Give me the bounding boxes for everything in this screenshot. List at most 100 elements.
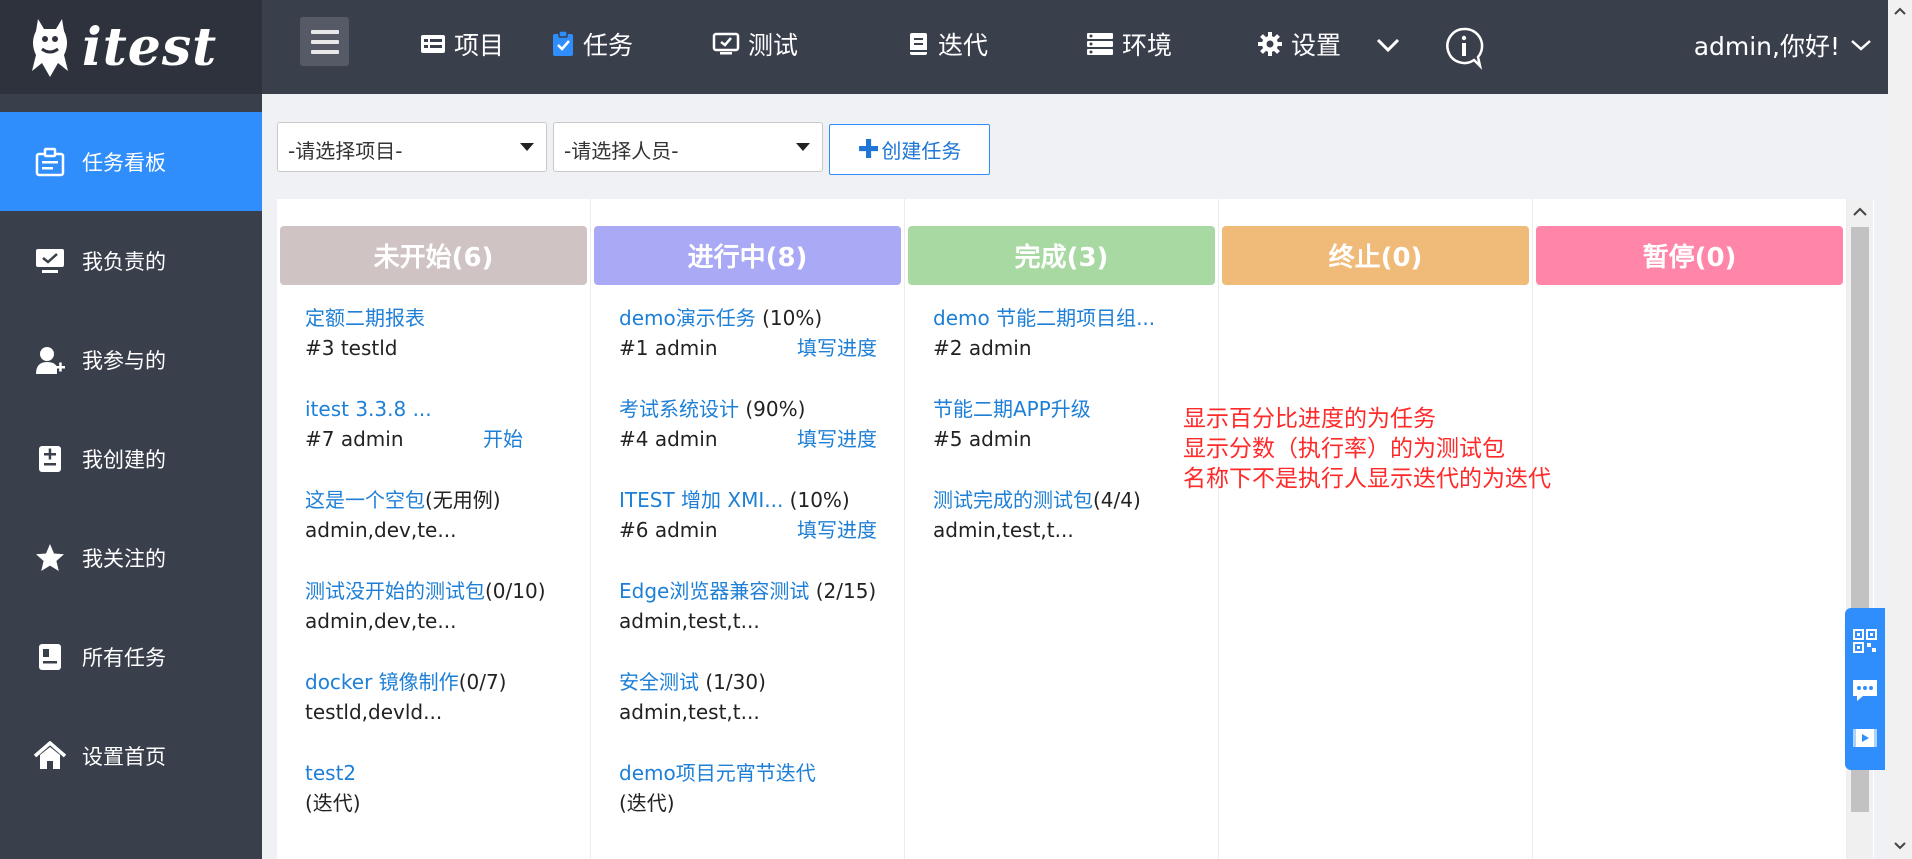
sidebar-item-settings-home[interactable]: 设置首页: [0, 706, 262, 805]
sidebar-item-all-tasks[interactable]: 所有任务: [0, 607, 262, 706]
task-link[interactable]: demo演示任务: [619, 306, 756, 330]
video-icon[interactable]: [1851, 726, 1879, 750]
sidebar-item-followed[interactable]: 我关注的: [0, 508, 262, 607]
task-card-subtitle: #7 admin 开始: [305, 424, 575, 454]
person-select[interactable]: -请选择人员-: [553, 122, 823, 172]
task-link[interactable]: 测试完成的测试包: [933, 488, 1093, 512]
page-scrollbar[interactable]: [1888, 0, 1912, 859]
start-task-link[interactable]: 开始: [483, 424, 523, 454]
column-header: 完成(3): [908, 226, 1215, 285]
sidebar-item-participated[interactable]: 我参与的: [0, 310, 262, 409]
fill-progress-link[interactable]: 填写进度: [797, 424, 877, 454]
task-assignee: admin,dev,te...: [305, 609, 457, 633]
fill-progress-link[interactable]: 填写进度: [797, 515, 877, 545]
task-card: 定额二期报表 #3 testld: [305, 303, 575, 363]
scroll-up-icon[interactable]: [1847, 201, 1873, 223]
task-card-subtitle: admin,test,t...: [619, 697, 889, 727]
caret-down-icon: [520, 143, 534, 151]
star-icon: [36, 543, 64, 571]
task-card-title: 测试完成的测试包(4/4): [933, 485, 1203, 515]
logo[interactable]: itest: [0, 0, 262, 94]
sidebar-item-label: 我负责的: [82, 249, 166, 274]
task-card: 节能二期APP升级 #5 admin: [933, 394, 1203, 454]
task-link[interactable]: Edge浏览器兼容测试: [619, 579, 809, 603]
sidebar-item-label: 任务看板: [82, 150, 166, 175]
logo-text: itest: [82, 16, 218, 78]
task-link[interactable]: 定额二期报表: [305, 306, 425, 330]
qrcode-icon[interactable]: [1852, 628, 1878, 654]
nav-task[interactable]: 任务: [551, 24, 633, 64]
task-card: demo项目元宵节迭代 (迭代): [619, 758, 889, 818]
create-task-label: 创建任务: [881, 139, 962, 163]
chat-icon[interactable]: [1851, 677, 1879, 703]
task-card: test2 (迭代): [305, 758, 575, 818]
task-progress: (10%): [755, 306, 823, 330]
scroll-down-icon[interactable]: [1888, 835, 1912, 855]
nav-project-label: 项目: [454, 31, 505, 60]
task-link[interactable]: 考试系统设计: [619, 397, 739, 421]
task-card: itest 3.3.8 ... #7 admin 开始: [305, 394, 575, 454]
person-select-value: -请选择人员-: [564, 139, 679, 163]
task-progress: (10%): [783, 488, 850, 512]
task-link[interactable]: 节能二期APP升级: [933, 397, 1091, 421]
create-task-button[interactable]: ✚ 创建任务: [829, 124, 990, 175]
sidebar-item-label: 设置首页: [82, 744, 166, 769]
nav-settings-label: 设置: [1291, 31, 1342, 60]
task-assignee: #5 admin: [933, 427, 1032, 451]
task-link[interactable]: ITEST 增加 XMI...: [619, 488, 783, 512]
legend-note: 显示百分比进度的为任务 显示分数（执行率）的为测试包 名称下不是执行人显示迭代的…: [1183, 404, 1551, 494]
info-icon[interactable]: [1444, 26, 1484, 70]
fill-progress-link[interactable]: 填写进度: [797, 333, 877, 363]
sidebar-item-created[interactable]: 我创建的: [0, 409, 262, 508]
task-link[interactable]: demo 节能二期项目组...: [933, 306, 1155, 330]
task-progress: (0/10): [485, 579, 546, 603]
task-progress: (4/4): [1093, 488, 1141, 512]
scroll-up-icon[interactable]: [1888, 2, 1912, 22]
task-link[interactable]: 这是一个空包: [305, 488, 425, 512]
list-icon: [39, 643, 61, 670]
column-header: 终止(0): [1222, 226, 1529, 285]
task-assignee: admin,test,t...: [933, 518, 1074, 542]
sidebar-item-task-board[interactable]: 任务看板: [0, 112, 262, 211]
task-card: 测试完成的测试包(4/4) admin,test,t...: [933, 485, 1203, 545]
task-link[interactable]: docker 镜像制作: [305, 670, 459, 694]
nav-environment[interactable]: 环境: [1086, 24, 1172, 64]
task-card-subtitle: testld,devld...: [305, 697, 575, 727]
project-icon: [421, 35, 445, 53]
task-card-subtitle: #5 admin: [933, 424, 1203, 454]
menu-toggle-button[interactable]: [300, 17, 349, 66]
task-card: 这是一个空包(无用例) admin,dev,te...: [305, 485, 575, 545]
column-header: 未开始(6): [280, 226, 587, 285]
sidebar-item-label: 我参与的: [82, 348, 166, 373]
nav-iteration[interactable]: 迭代: [908, 24, 988, 64]
task-assignee: #6 admin: [619, 518, 718, 542]
nav-environment-label: 环境: [1122, 31, 1173, 60]
task-progress: (0/7): [458, 670, 507, 694]
task-link[interactable]: demo项目元宵节迭代: [619, 761, 816, 785]
task-card-subtitle: #6 admin 填写进度: [619, 515, 889, 545]
task-card-title: 考试系统设计 (90%): [619, 394, 889, 424]
task-link[interactable]: 安全测试: [619, 670, 699, 694]
board-icon: [35, 147, 65, 176]
note-line: 显示百分比进度的为任务: [1183, 406, 1436, 432]
task-link[interactable]: itest 3.3.8 ...: [305, 397, 432, 421]
nav-settings[interactable]: 设置: [1257, 24, 1341, 64]
task-card-title: 安全测试 (1/30): [619, 667, 889, 697]
task-link[interactable]: test2: [305, 761, 356, 785]
task-card-subtitle: #4 admin 填写进度: [619, 424, 889, 454]
nav-project[interactable]: 项目: [420, 24, 504, 64]
nav-test[interactable]: 测试: [712, 24, 798, 64]
task-progress: (90%): [739, 397, 806, 421]
task-card-title: demo演示任务 (10%): [619, 303, 889, 333]
user-menu[interactable]: admin,你好!: [1694, 27, 1872, 63]
user-greeting: admin,你好!: [1693, 32, 1840, 61]
task-assignee: testld,devld...: [305, 700, 443, 724]
task-link[interactable]: 测试没开始的测试包: [305, 579, 485, 603]
sidebar-item-label: 所有任务: [82, 645, 166, 670]
sidebar-item-responsible[interactable]: 我负责的: [0, 211, 262, 310]
chevron-down-icon[interactable]: [1375, 36, 1401, 54]
task-progress: (2/15): [809, 579, 877, 603]
task-progress: (1/30): [699, 670, 766, 694]
task-assignee: #2 admin: [933, 336, 1032, 360]
project-select[interactable]: -请选择项目-: [277, 122, 547, 172]
